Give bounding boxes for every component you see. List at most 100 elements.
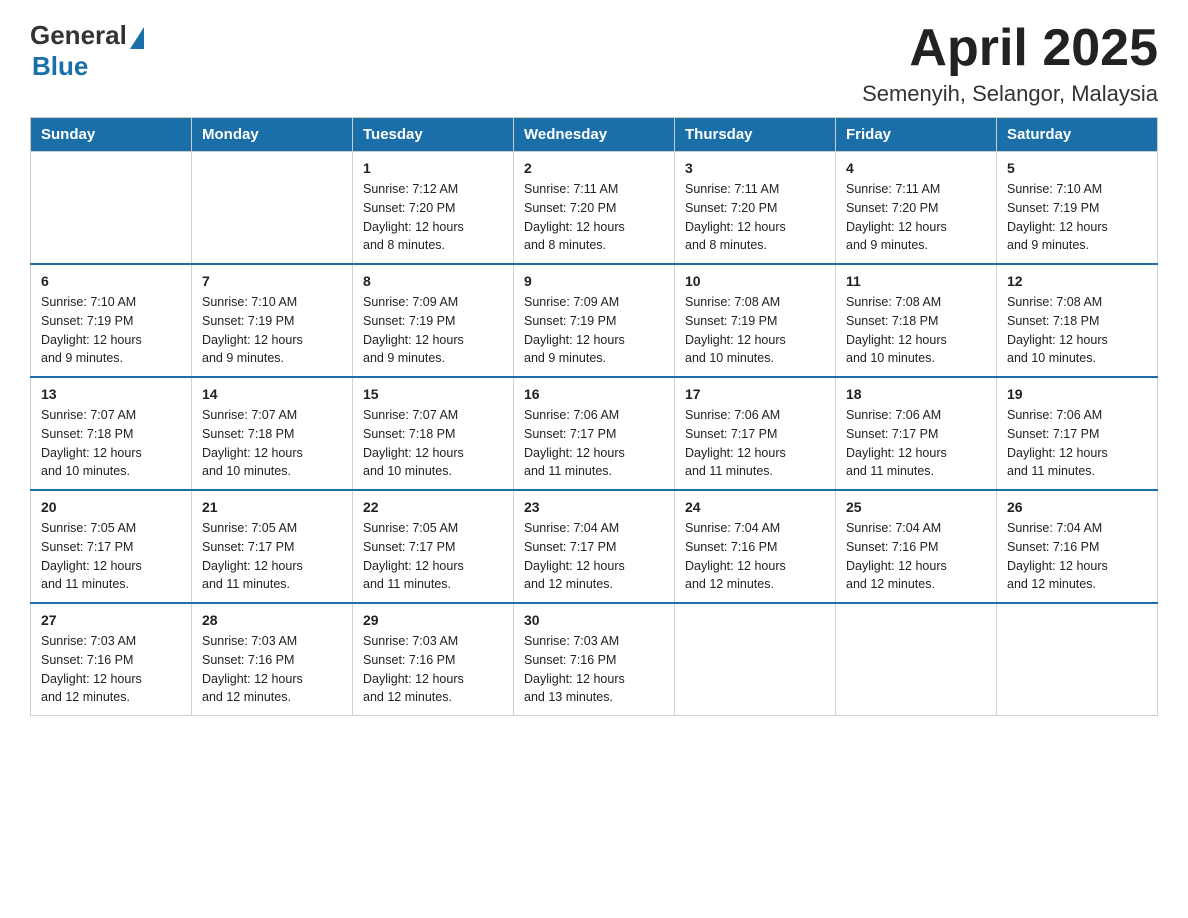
calendar-cell: 30 Sunrise: 7:03 AMSunset: 7:16 PMDayligh… xyxy=(514,603,675,716)
day-info: Sunrise: 7:03 AMSunset: 7:16 PMDaylight:… xyxy=(524,632,664,707)
day-number: 20 xyxy=(41,499,181,515)
day-number: 25 xyxy=(846,499,986,515)
calendar-cell xyxy=(836,603,997,716)
day-info: Sunrise: 7:04 AMSunset: 7:16 PMDaylight:… xyxy=(1007,519,1147,594)
day-number: 11 xyxy=(846,273,986,289)
calendar-week-row: 1Sunrise: 7:12 AMSunset: 7:20 PMDaylight… xyxy=(31,152,1158,265)
day-number: 22 xyxy=(363,499,503,515)
calendar-cell xyxy=(31,152,192,265)
calendar-cell: 26 Sunrise: 7:04 AMSunset: 7:16 PMDayligh… xyxy=(997,490,1158,603)
day-info: Sunrise: 7:06 AMSunset: 7:17 PMDaylight:… xyxy=(524,406,664,481)
day-number: 10 xyxy=(685,273,825,289)
calendar-cell: 7 Sunrise: 7:10 AMSunset: 7:19 PMDaylight… xyxy=(192,264,353,377)
logo: General Blue xyxy=(30,20,144,82)
day-info: Sunrise: 7:07 AMSunset: 7:18 PMDaylight:… xyxy=(363,406,503,481)
calendar-cell: 22Sunrise: 7:05 AMSunset: 7:17 PMDayligh… xyxy=(353,490,514,603)
calendar-cell xyxy=(997,603,1158,716)
calendar-cell: 21 Sunrise: 7:05 AMSunset: 7:17 PMDayligh… xyxy=(192,490,353,603)
logo-triangle-icon xyxy=(130,27,144,49)
day-number: 15 xyxy=(363,386,503,402)
calendar-cell xyxy=(675,603,836,716)
calendar-cell: 1Sunrise: 7:12 AMSunset: 7:20 PMDaylight… xyxy=(353,152,514,265)
calendar-cell: 13 Sunrise: 7:07 AMSunset: 7:18 PMDayligh… xyxy=(31,377,192,490)
calendar-cell: 27 Sunrise: 7:03 AMSunset: 7:16 PMDayligh… xyxy=(31,603,192,716)
calendar-cell: 12 Sunrise: 7:08 AMSunset: 7:18 PMDayligh… xyxy=(997,264,1158,377)
day-number: 18 xyxy=(846,386,986,402)
calendar-cell: 19 Sunrise: 7:06 AMSunset: 7:17 PMDayligh… xyxy=(997,377,1158,490)
calendar-week-row: 27 Sunrise: 7:03 AMSunset: 7:16 PMDayligh… xyxy=(31,603,1158,716)
day-info: Sunrise: 7:11 AMSunset: 7:20 PMDaylight:… xyxy=(685,180,825,255)
day-info: Sunrise: 7:05 AMSunset: 7:17 PMDaylight:… xyxy=(41,519,181,594)
calendar-cell: 8 Sunrise: 7:09 AMSunset: 7:19 PMDaylight… xyxy=(353,264,514,377)
calendar-cell: 15 Sunrise: 7:07 AMSunset: 7:18 PMDayligh… xyxy=(353,377,514,490)
day-number: 5 xyxy=(1007,160,1147,176)
column-header-sunday: Sunday xyxy=(31,118,192,152)
day-number: 7 xyxy=(202,273,342,289)
day-number: 14 xyxy=(202,386,342,402)
calendar-cell: 25 Sunrise: 7:04 AMSunset: 7:16 PMDayligh… xyxy=(836,490,997,603)
day-info: Sunrise: 7:11 AMSunset: 7:20 PMDaylight:… xyxy=(846,180,986,255)
column-header-friday: Friday xyxy=(836,118,997,152)
day-info: Sunrise: 7:08 AMSunset: 7:18 PMDaylight:… xyxy=(1007,293,1147,368)
day-number: 29 xyxy=(363,612,503,628)
day-info: Sunrise: 7:04 AMSunset: 7:16 PMDaylight:… xyxy=(846,519,986,594)
calendar-cell: 6 Sunrise: 7:10 AMSunset: 7:19 PMDaylight… xyxy=(31,264,192,377)
calendar-cell: 16 Sunrise: 7:06 AMSunset: 7:17 PMDayligh… xyxy=(514,377,675,490)
day-info: Sunrise: 7:09 AMSunset: 7:19 PMDaylight:… xyxy=(524,293,664,368)
calendar-week-row: 13 Sunrise: 7:07 AMSunset: 7:18 PMDayligh… xyxy=(31,377,1158,490)
day-number: 8 xyxy=(363,273,503,289)
calendar-cell xyxy=(192,152,353,265)
calendar-cell: 28Sunrise: 7:03 AMSunset: 7:16 PMDayligh… xyxy=(192,603,353,716)
calendar-cell: 20 Sunrise: 7:05 AMSunset: 7:17 PMDayligh… xyxy=(31,490,192,603)
day-number: 16 xyxy=(524,386,664,402)
calendar-header-row: SundayMondayTuesdayWednesdayThursdayFrid… xyxy=(31,118,1158,152)
day-info: Sunrise: 7:08 AMSunset: 7:19 PMDaylight:… xyxy=(685,293,825,368)
calendar-cell: 29 Sunrise: 7:03 AMSunset: 7:16 PMDayligh… xyxy=(353,603,514,716)
day-number: 13 xyxy=(41,386,181,402)
day-info: Sunrise: 7:10 AMSunset: 7:19 PMDaylight:… xyxy=(41,293,181,368)
day-info: Sunrise: 7:03 AMSunset: 7:16 PMDaylight:… xyxy=(41,632,181,707)
calendar-cell: 23 Sunrise: 7:04 AMSunset: 7:17 PMDayligh… xyxy=(514,490,675,603)
calendar-cell: 4Sunrise: 7:11 AMSunset: 7:20 PMDaylight… xyxy=(836,152,997,265)
calendar-week-row: 6 Sunrise: 7:10 AMSunset: 7:19 PMDaylight… xyxy=(31,264,1158,377)
day-number: 23 xyxy=(524,499,664,515)
day-number: 12 xyxy=(1007,273,1147,289)
day-info: Sunrise: 7:03 AMSunset: 7:16 PMDaylight:… xyxy=(363,632,503,707)
day-number: 30 xyxy=(524,612,664,628)
day-info: Sunrise: 7:04 AMSunset: 7:17 PMDaylight:… xyxy=(524,519,664,594)
day-info: Sunrise: 7:06 AMSunset: 7:17 PMDaylight:… xyxy=(846,406,986,481)
day-info: Sunrise: 7:03 AMSunset: 7:16 PMDaylight:… xyxy=(202,632,342,707)
column-header-wednesday: Wednesday xyxy=(514,118,675,152)
calendar-week-row: 20 Sunrise: 7:05 AMSunset: 7:17 PMDayligh… xyxy=(31,490,1158,603)
logo-general-text: General xyxy=(30,20,127,51)
calendar-cell: 17Sunrise: 7:06 AMSunset: 7:17 PMDayligh… xyxy=(675,377,836,490)
calendar-table: SundayMondayTuesdayWednesdayThursdayFrid… xyxy=(30,117,1158,716)
day-number: 21 xyxy=(202,499,342,515)
day-info: Sunrise: 7:09 AMSunset: 7:19 PMDaylight:… xyxy=(363,293,503,368)
day-info: Sunrise: 7:11 AMSunset: 7:20 PMDaylight:… xyxy=(524,180,664,255)
calendar-cell: 10 Sunrise: 7:08 AMSunset: 7:19 PMDayligh… xyxy=(675,264,836,377)
calendar-cell: 5Sunrise: 7:10 AMSunset: 7:19 PMDaylight… xyxy=(997,152,1158,265)
calendar-cell: 9 Sunrise: 7:09 AMSunset: 7:19 PMDaylight… xyxy=(514,264,675,377)
day-number: 3 xyxy=(685,160,825,176)
calendar-cell: 18 Sunrise: 7:06 AMSunset: 7:17 PMDayligh… xyxy=(836,377,997,490)
day-info: Sunrise: 7:06 AMSunset: 7:17 PMDaylight:… xyxy=(1007,406,1147,481)
day-number: 27 xyxy=(41,612,181,628)
day-info: Sunrise: 7:05 AMSunset: 7:17 PMDaylight:… xyxy=(202,519,342,594)
day-number: 2 xyxy=(524,160,664,176)
day-info: Sunrise: 7:07 AMSunset: 7:18 PMDaylight:… xyxy=(41,406,181,481)
calendar-cell: 2 Sunrise: 7:11 AMSunset: 7:20 PMDaylight… xyxy=(514,152,675,265)
day-info: Sunrise: 7:10 AMSunset: 7:19 PMDaylight:… xyxy=(202,293,342,368)
column-header-thursday: Thursday xyxy=(675,118,836,152)
column-header-monday: Monday xyxy=(192,118,353,152)
day-number: 9 xyxy=(524,273,664,289)
day-number: 24 xyxy=(685,499,825,515)
day-number: 26 xyxy=(1007,499,1147,515)
day-info: Sunrise: 7:07 AMSunset: 7:18 PMDaylight:… xyxy=(202,406,342,481)
day-info: Sunrise: 7:08 AMSunset: 7:18 PMDaylight:… xyxy=(846,293,986,368)
day-number: 19 xyxy=(1007,386,1147,402)
location-title: Semenyih, Selangor, Malaysia xyxy=(862,81,1158,107)
calendar-cell: 24Sunrise: 7:04 AMSunset: 7:16 PMDayligh… xyxy=(675,490,836,603)
calendar-cell: 3 Sunrise: 7:11 AMSunset: 7:20 PMDaylight… xyxy=(675,152,836,265)
day-number: 6 xyxy=(41,273,181,289)
